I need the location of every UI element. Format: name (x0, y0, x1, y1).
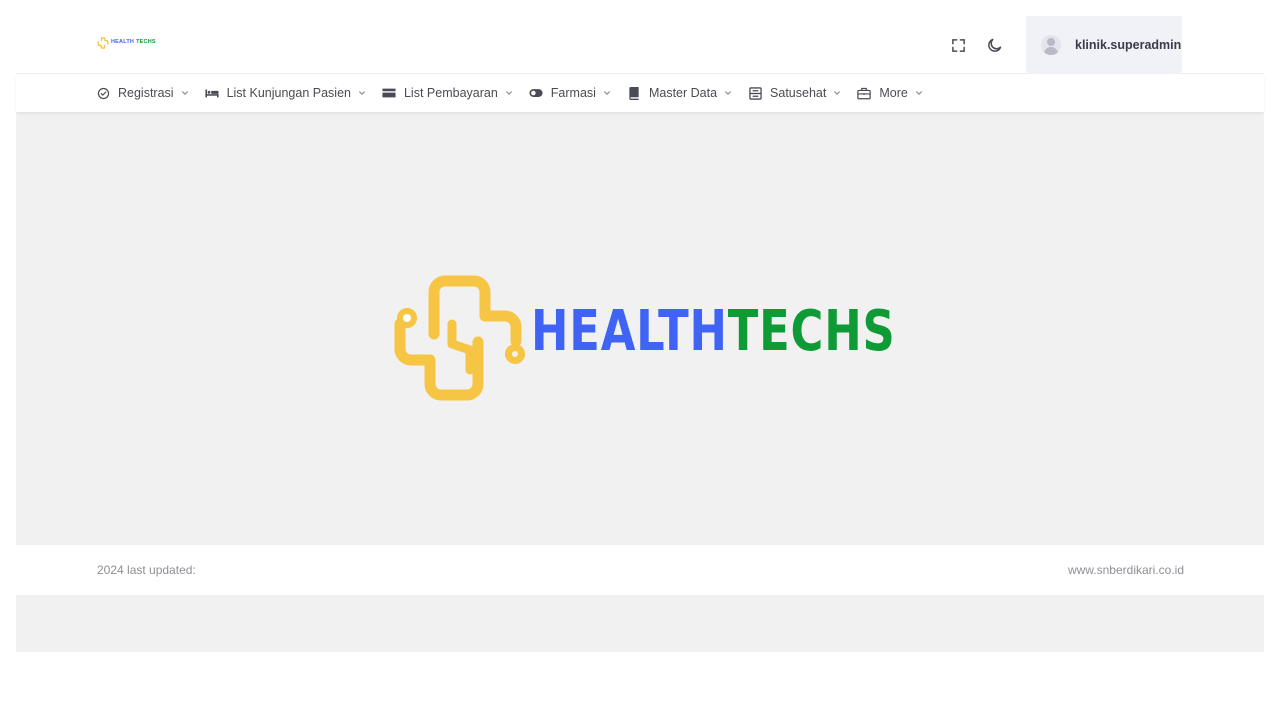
nav-item-label: Master Data (648, 86, 718, 100)
brand-text-health: HEALTH (111, 39, 135, 46)
nav-item-registrasi[interactable]: Registrasi (96, 74, 189, 112)
footer-updated-text: 2024 last updated: (97, 563, 196, 577)
nav-item-master-data[interactable]: Master Data (627, 74, 732, 112)
medical-circuit-logo-icon (394, 275, 525, 401)
nav-item-label: Farmasi (550, 86, 596, 100)
nav-item-label: Registrasi (118, 86, 174, 100)
main-content: HEALTHTECHS (16, 112, 1264, 545)
server-icon (748, 86, 762, 100)
moon-icon (988, 38, 1002, 52)
nav-item-farmasi[interactable]: Farmasi (529, 74, 611, 112)
main-navigation: Registrasi List Kunjungan Pasien List Pe… (16, 74, 1264, 112)
brand-text-techs: TECHS (136, 39, 156, 46)
user-menu[interactable]: klinik.superadmin (1026, 16, 1182, 74)
chevron-down-icon (915, 89, 923, 97)
toggle-icon (529, 86, 543, 100)
chevron-down-icon (358, 89, 366, 97)
nav-item-label: Satusehat (770, 86, 827, 100)
book-icon (627, 86, 641, 100)
footer: 2024 last updated: www.snberdikari.co.id (16, 545, 1264, 595)
nav-item-satusehat[interactable]: Satusehat (748, 74, 841, 112)
nav-item-label: List Pembayaran (403, 86, 498, 100)
footer-website-link[interactable]: www.snberdikari.co.id (1068, 563, 1184, 577)
chevron-down-icon (181, 89, 189, 97)
chevron-down-icon (505, 89, 513, 97)
fullscreen-button[interactable] (947, 34, 969, 56)
hero-text-techs: TECHS (727, 299, 896, 364)
hero-text-health: HEALTH (531, 299, 728, 364)
hero-logo: HEALTHTECHS (394, 274, 896, 402)
bed-icon (205, 86, 219, 100)
theme-toggle-button[interactable] (984, 34, 1006, 56)
nav-item-label: More (879, 86, 908, 100)
chevron-down-icon (833, 89, 841, 97)
expand-icon (951, 38, 965, 52)
user-name: klinik.superadmin (1075, 38, 1182, 52)
nav-item-more[interactable]: More (857, 74, 922, 112)
chevron-down-icon (724, 89, 732, 97)
user-avatar-icon (1041, 35, 1061, 55)
medical-circuit-logo-icon (97, 37, 109, 49)
card-icon (382, 86, 396, 100)
shield-check-icon (96, 86, 110, 100)
nav-item-list-kunjungan-pasien[interactable]: List Kunjungan Pasien (205, 74, 366, 112)
nav-item-list-pembayaran[interactable]: List Pembayaran (382, 74, 513, 112)
top-header: HEALTH TECHS klinik.superadmin (16, 16, 1264, 74)
brand-logo-small[interactable]: HEALTH TECHS (97, 37, 156, 49)
hero-brand-text: HEALTHTECHS (531, 304, 896, 360)
nav-item-label: List Kunjungan Pasien (226, 86, 351, 100)
chevron-down-icon (603, 89, 611, 97)
briefcase-icon (857, 86, 872, 100)
bottom-spacer (16, 595, 1264, 652)
